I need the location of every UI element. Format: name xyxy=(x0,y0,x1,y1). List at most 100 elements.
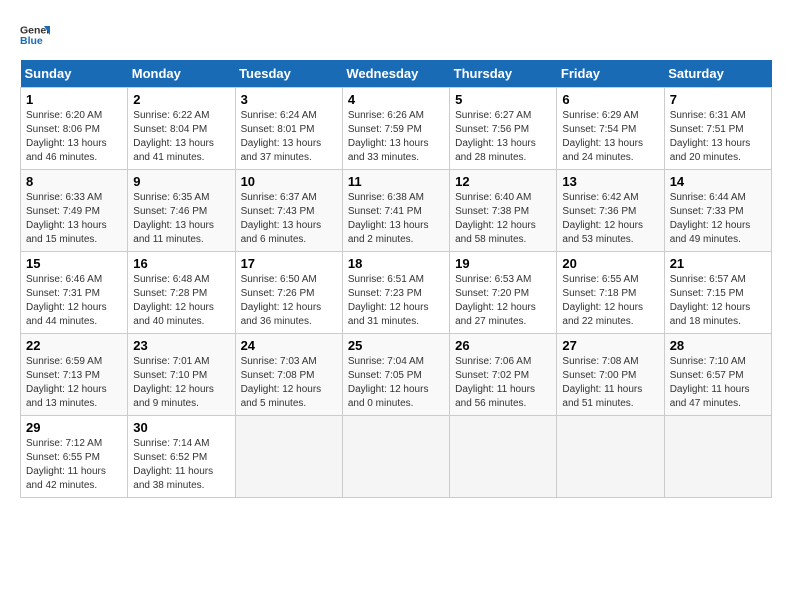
day-number: 3 xyxy=(241,92,337,107)
calendar-cell xyxy=(557,416,664,498)
page-header: General Blue xyxy=(20,20,772,50)
header-friday: Friday xyxy=(557,60,664,88)
day-number: 21 xyxy=(670,256,766,271)
day-info: Sunrise: 7:06 AMSunset: 7:02 PMDaylight:… xyxy=(455,355,551,411)
day-info: Sunrise: 6:53 AMSunset: 7:20 PMDaylight:… xyxy=(455,273,551,329)
calendar-cell: 10 Sunrise: 6:37 AMSunset: 7:43 PMDaylig… xyxy=(235,170,342,252)
day-info: Sunrise: 6:40 AMSunset: 7:38 PMDaylight:… xyxy=(455,191,551,247)
day-number: 26 xyxy=(455,338,551,353)
calendar-cell: 18 Sunrise: 6:51 AMSunset: 7:23 PMDaylig… xyxy=(342,252,449,334)
calendar-cell: 3 Sunrise: 6:24 AMSunset: 8:01 PMDayligh… xyxy=(235,88,342,170)
calendar-cell xyxy=(450,416,557,498)
day-number: 4 xyxy=(348,92,444,107)
calendar-cell: 17 Sunrise: 6:50 AMSunset: 7:26 PMDaylig… xyxy=(235,252,342,334)
calendar-week-5: 29 Sunrise: 7:12 AMSunset: 6:55 PMDaylig… xyxy=(21,416,772,498)
header-thursday: Thursday xyxy=(450,60,557,88)
calendar-cell: 2 Sunrise: 6:22 AMSunset: 8:04 PMDayligh… xyxy=(128,88,235,170)
calendar-cell: 26 Sunrise: 7:06 AMSunset: 7:02 PMDaylig… xyxy=(450,334,557,416)
header-saturday: Saturday xyxy=(664,60,771,88)
day-number: 28 xyxy=(670,338,766,353)
day-number: 6 xyxy=(562,92,658,107)
calendar-cell xyxy=(235,416,342,498)
day-number: 29 xyxy=(26,420,122,435)
calendar-cell: 27 Sunrise: 7:08 AMSunset: 7:00 PMDaylig… xyxy=(557,334,664,416)
day-number: 2 xyxy=(133,92,229,107)
day-info: Sunrise: 7:10 AMSunset: 6:57 PMDaylight:… xyxy=(670,355,766,411)
calendar-week-4: 22 Sunrise: 6:59 AMSunset: 7:13 PMDaylig… xyxy=(21,334,772,416)
day-info: Sunrise: 6:20 AMSunset: 8:06 PMDaylight:… xyxy=(26,109,122,165)
header-wednesday: Wednesday xyxy=(342,60,449,88)
day-number: 5 xyxy=(455,92,551,107)
day-number: 23 xyxy=(133,338,229,353)
day-info: Sunrise: 6:31 AMSunset: 7:51 PMDaylight:… xyxy=(670,109,766,165)
day-number: 24 xyxy=(241,338,337,353)
day-number: 12 xyxy=(455,174,551,189)
day-number: 14 xyxy=(670,174,766,189)
calendar-cell: 12 Sunrise: 6:40 AMSunset: 7:38 PMDaylig… xyxy=(450,170,557,252)
calendar-cell xyxy=(342,416,449,498)
day-info: Sunrise: 6:24 AMSunset: 8:01 PMDaylight:… xyxy=(241,109,337,165)
day-info: Sunrise: 6:44 AMSunset: 7:33 PMDaylight:… xyxy=(670,191,766,247)
day-info: Sunrise: 6:38 AMSunset: 7:41 PMDaylight:… xyxy=(348,191,444,247)
day-number: 1 xyxy=(26,92,122,107)
day-info: Sunrise: 6:42 AMSunset: 7:36 PMDaylight:… xyxy=(562,191,658,247)
calendar-cell: 15 Sunrise: 6:46 AMSunset: 7:31 PMDaylig… xyxy=(21,252,128,334)
header-monday: Monday xyxy=(128,60,235,88)
calendar-cell: 1 Sunrise: 6:20 AMSunset: 8:06 PMDayligh… xyxy=(21,88,128,170)
day-number: 22 xyxy=(26,338,122,353)
header-sunday: Sunday xyxy=(21,60,128,88)
logo-icon: General Blue xyxy=(20,20,50,50)
day-info: Sunrise: 6:27 AMSunset: 7:56 PMDaylight:… xyxy=(455,109,551,165)
calendar-header-row: SundayMondayTuesdayWednesdayThursdayFrid… xyxy=(21,60,772,88)
calendar-cell: 25 Sunrise: 7:04 AMSunset: 7:05 PMDaylig… xyxy=(342,334,449,416)
logo: General Blue xyxy=(20,20,52,50)
day-info: Sunrise: 7:03 AMSunset: 7:08 PMDaylight:… xyxy=(241,355,337,411)
calendar-cell xyxy=(664,416,771,498)
calendar-cell: 9 Sunrise: 6:35 AMSunset: 7:46 PMDayligh… xyxy=(128,170,235,252)
day-info: Sunrise: 6:48 AMSunset: 7:28 PMDaylight:… xyxy=(133,273,229,329)
day-info: Sunrise: 7:08 AMSunset: 7:00 PMDaylight:… xyxy=(562,355,658,411)
day-info: Sunrise: 6:35 AMSunset: 7:46 PMDaylight:… xyxy=(133,191,229,247)
day-number: 16 xyxy=(133,256,229,271)
calendar-cell: 8 Sunrise: 6:33 AMSunset: 7:49 PMDayligh… xyxy=(21,170,128,252)
calendar-cell: 7 Sunrise: 6:31 AMSunset: 7:51 PMDayligh… xyxy=(664,88,771,170)
day-info: Sunrise: 6:29 AMSunset: 7:54 PMDaylight:… xyxy=(562,109,658,165)
day-info: Sunrise: 6:37 AMSunset: 7:43 PMDaylight:… xyxy=(241,191,337,247)
day-info: Sunrise: 7:12 AMSunset: 6:55 PMDaylight:… xyxy=(26,437,122,493)
day-info: Sunrise: 6:22 AMSunset: 8:04 PMDaylight:… xyxy=(133,109,229,165)
calendar-cell: 11 Sunrise: 6:38 AMSunset: 7:41 PMDaylig… xyxy=(342,170,449,252)
calendar-cell: 22 Sunrise: 6:59 AMSunset: 7:13 PMDaylig… xyxy=(21,334,128,416)
calendar-week-3: 15 Sunrise: 6:46 AMSunset: 7:31 PMDaylig… xyxy=(21,252,772,334)
day-info: Sunrise: 6:46 AMSunset: 7:31 PMDaylight:… xyxy=(26,273,122,329)
day-number: 9 xyxy=(133,174,229,189)
day-number: 11 xyxy=(348,174,444,189)
calendar-cell: 21 Sunrise: 6:57 AMSunset: 7:15 PMDaylig… xyxy=(664,252,771,334)
day-number: 15 xyxy=(26,256,122,271)
day-info: Sunrise: 6:50 AMSunset: 7:26 PMDaylight:… xyxy=(241,273,337,329)
day-number: 7 xyxy=(670,92,766,107)
calendar-cell: 6 Sunrise: 6:29 AMSunset: 7:54 PMDayligh… xyxy=(557,88,664,170)
calendar-cell: 5 Sunrise: 6:27 AMSunset: 7:56 PMDayligh… xyxy=(450,88,557,170)
day-info: Sunrise: 7:01 AMSunset: 7:10 PMDaylight:… xyxy=(133,355,229,411)
svg-text:Blue: Blue xyxy=(20,35,43,47)
day-number: 25 xyxy=(348,338,444,353)
calendar-cell: 16 Sunrise: 6:48 AMSunset: 7:28 PMDaylig… xyxy=(128,252,235,334)
calendar-week-1: 1 Sunrise: 6:20 AMSunset: 8:06 PMDayligh… xyxy=(21,88,772,170)
calendar-table: SundayMondayTuesdayWednesdayThursdayFrid… xyxy=(20,60,772,498)
calendar-cell: 20 Sunrise: 6:55 AMSunset: 7:18 PMDaylig… xyxy=(557,252,664,334)
calendar-cell: 29 Sunrise: 7:12 AMSunset: 6:55 PMDaylig… xyxy=(21,416,128,498)
calendar-cell: 14 Sunrise: 6:44 AMSunset: 7:33 PMDaylig… xyxy=(664,170,771,252)
calendar-cell: 30 Sunrise: 7:14 AMSunset: 6:52 PMDaylig… xyxy=(128,416,235,498)
calendar-cell: 23 Sunrise: 7:01 AMSunset: 7:10 PMDaylig… xyxy=(128,334,235,416)
day-number: 17 xyxy=(241,256,337,271)
day-info: Sunrise: 6:33 AMSunset: 7:49 PMDaylight:… xyxy=(26,191,122,247)
day-info: Sunrise: 7:04 AMSunset: 7:05 PMDaylight:… xyxy=(348,355,444,411)
header-tuesday: Tuesday xyxy=(235,60,342,88)
calendar-cell: 28 Sunrise: 7:10 AMSunset: 6:57 PMDaylig… xyxy=(664,334,771,416)
calendar-cell: 4 Sunrise: 6:26 AMSunset: 7:59 PMDayligh… xyxy=(342,88,449,170)
day-number: 30 xyxy=(133,420,229,435)
day-number: 13 xyxy=(562,174,658,189)
calendar-cell: 19 Sunrise: 6:53 AMSunset: 7:20 PMDaylig… xyxy=(450,252,557,334)
day-info: Sunrise: 7:14 AMSunset: 6:52 PMDaylight:… xyxy=(133,437,229,493)
calendar-cell: 13 Sunrise: 6:42 AMSunset: 7:36 PMDaylig… xyxy=(557,170,664,252)
